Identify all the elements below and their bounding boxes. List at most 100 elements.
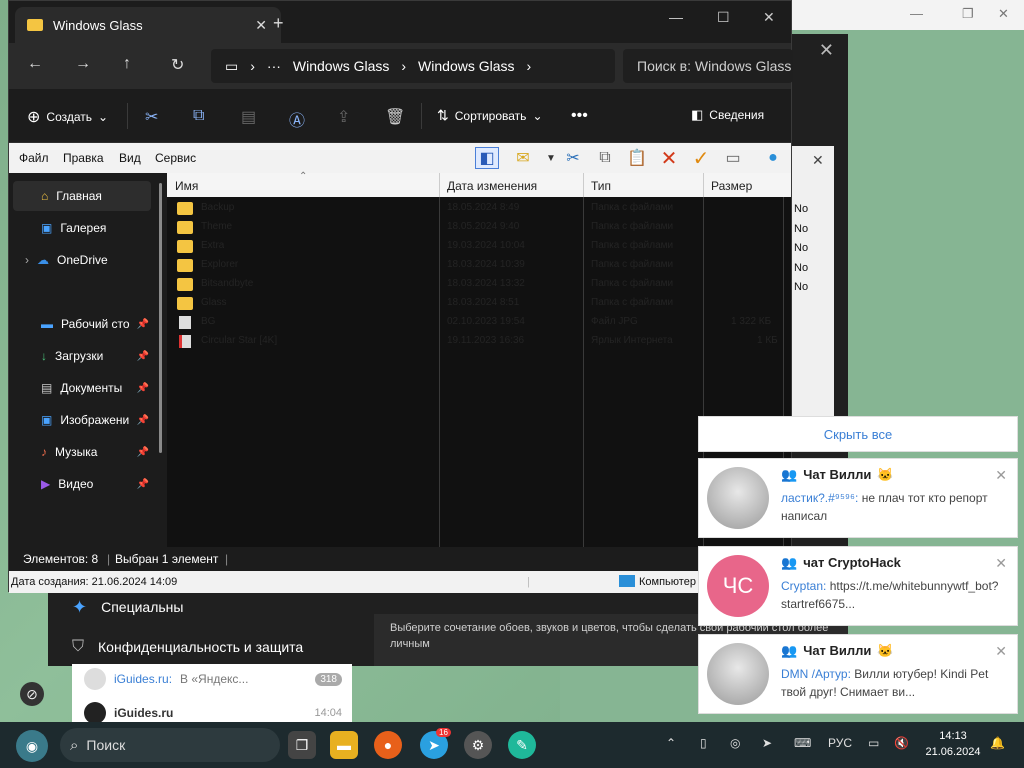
sidebar-item-documents[interactable]: ▤ Документы 📌 (13, 373, 151, 403)
delete-icon[interactable]: ✕ (657, 147, 681, 170)
sidebar-item-desktop[interactable]: ▬ Рабочий сто 📌 (13, 309, 151, 339)
forward-icon[interactable]: → (75, 55, 91, 73)
breadcrumb[interactable]: ▭ › ··· Windows Glass › Windows Glass › (211, 49, 615, 83)
block-icon[interactable]: ⊘ (20, 682, 44, 706)
minimize-icon[interactable]: — (910, 6, 923, 21)
share-icon[interactable]: ⇪ (337, 107, 350, 127)
rename-icon[interactable]: Ⓐ (289, 107, 305, 131)
table-row[interactable]: Bitsandbyte 18.03.2024 13:32 Папка с фай… (167, 275, 783, 294)
table-row[interactable]: Explorer 18.03.2024 10:39 Папка с файлам… (167, 256, 783, 275)
column-size[interactable]: Размер (711, 179, 752, 193)
cut-icon[interactable]: ✂ (145, 107, 158, 127)
properties-icon[interactable]: ▭ (721, 147, 745, 169)
search-input[interactable]: Поиск в: Windows Glass (623, 49, 793, 83)
notification-card[interactable]: 👥 Чат Вилли 🐱 DMN /Артур: Вилли ютубер! … (698, 634, 1018, 714)
breadcrumb-item[interactable]: Windows Glass (418, 58, 514, 74)
file-date: 18.05.2024 9:40 (447, 221, 520, 232)
details-button[interactable]: ◧ Сведения (691, 107, 764, 123)
column-type[interactable]: Тип (591, 179, 611, 193)
close-icon[interactable]: ✕ (995, 467, 1007, 484)
group-icon: 👥 (781, 555, 798, 570)
delete-icon[interactable]: 🗑 (385, 107, 405, 127)
notification-card[interactable]: ЧС 👥 чат CryptoHack Cryptan: https://t.m… (698, 546, 1018, 626)
column-date[interactable]: Дата изменения (447, 179, 537, 193)
menu-service[interactable]: Сервис (155, 151, 196, 165)
hide-all-button[interactable]: Скрыть все (698, 416, 1018, 452)
scrollbar[interactable] (159, 183, 162, 453)
unread-badge: 318 (315, 672, 342, 686)
sidebar-item-downloads[interactable]: ↓ Загрузки 📌 (13, 341, 151, 371)
chevron-up-icon[interactable]: ⌃ (666, 736, 676, 750)
close-icon[interactable]: ✕ (255, 17, 267, 34)
refresh-icon[interactable]: ↻ (171, 55, 184, 75)
close-icon[interactable]: ✕ (763, 9, 775, 26)
table-row[interactable]: Glass 18.03.2024 8:51 Папка с файлами (167, 294, 783, 313)
settings-item-accessibility[interactable]: ✦ Специальны (48, 588, 374, 626)
chevron-right-icon: › (401, 58, 407, 74)
copy-icon[interactable]: ⧉ (593, 147, 617, 169)
battery-icon[interactable]: ▯ (700, 736, 707, 750)
documents-icon: ▤ (41, 381, 53, 395)
menu-edit[interactable]: Правка (63, 151, 104, 165)
close-icon[interactable]: ✕ (998, 6, 1009, 22)
checkmark-icon[interactable]: ✓ (689, 147, 713, 170)
settings-icon[interactable]: ⚙ (464, 731, 492, 759)
breadcrumb-item[interactable]: Windows Glass (293, 58, 389, 74)
new-tab-icon[interactable]: + (273, 13, 284, 34)
task-view-icon[interactable]: ❐ (288, 731, 316, 759)
volume-muted-icon[interactable]: 🔇 (894, 736, 909, 750)
paste-icon[interactable]: 📋 (625, 147, 649, 169)
menu-view[interactable]: Вид (119, 151, 141, 165)
sort-button[interactable]: ⇅ Сортировать ⌄ (437, 107, 543, 124)
file-explorer-icon[interactable]: ▬ (330, 731, 358, 759)
close-icon[interactable]: ✕ (995, 643, 1007, 660)
chevron-right-icon[interactable]: › (25, 253, 29, 267)
table-row[interactable]: Theme 18.05.2024 9:40 Папка с файлами (167, 218, 783, 237)
up-icon[interactable]: ↑ (123, 55, 131, 73)
start-button[interactable]: ◉ (16, 730, 48, 762)
search-input[interactable]: ⌕ Поиск (60, 728, 280, 762)
close-icon[interactable]: ✕ (819, 40, 834, 61)
sidebar-item-pictures[interactable]: ▣ Изображени 📌 (13, 405, 151, 435)
tab-windows-glass[interactable]: Windows Glass ✕ (15, 7, 281, 43)
table-row[interactable]: BG 02.10.2023 19:54 Файл JPG 1 322 КБ (167, 313, 783, 332)
column-name[interactable]: Имя (175, 179, 198, 193)
paste-icon[interactable]: ▤ (241, 107, 256, 127)
minimize-icon[interactable]: — (669, 9, 683, 25)
sidebar-item-onedrive[interactable]: › ☁ OneDrive (13, 245, 151, 275)
language-indicator[interactable]: РУС (828, 736, 852, 750)
preview-pane-icon[interactable]: ◧ (475, 147, 499, 169)
sidebar-item-home[interactable]: ⌂ Главная (13, 181, 151, 211)
clock[interactable]: 14:13 21.06.2024 (920, 728, 986, 760)
back-icon[interactable]: ← (27, 55, 43, 73)
firefox-icon[interactable]: ● (374, 731, 402, 759)
sidebar-item-music[interactable]: ♪ Музыка 📌 (13, 437, 151, 467)
settings-item-privacy[interactable]: ⛉ Конфиденциальность и защита (48, 628, 374, 666)
network-icon[interactable]: ▭ (868, 736, 879, 750)
list-item[interactable]: iGuides.ru: В «Яндекс... 318 (72, 664, 352, 694)
notification-card[interactable]: 👥 Чат Вилли 🐱 ластик?.#⁹⁵⁹⁶: не плач тот… (698, 458, 1018, 538)
app-icon[interactable]: ✎ (508, 731, 536, 759)
restore-icon[interactable]: ❐ (962, 6, 974, 22)
table-row[interactable]: Extra 19.03.2024 10:04 Папка с файлами (167, 237, 783, 256)
maximize-icon[interactable]: ☐ (717, 9, 730, 26)
copy-icon[interactable]: ⧉ (193, 107, 204, 125)
sidebar-item-video[interactable]: ▶ Видео 📌 (13, 469, 151, 499)
keyboard-icon[interactable]: ⌨ (794, 736, 811, 750)
folder-options-icon[interactable]: ✉ (511, 147, 535, 169)
table-row[interactable]: Circular Star [4K] 19.11.2023 16:36 Ярлы… (167, 332, 783, 351)
chevron-down-icon[interactable]: ▼ (539, 147, 563, 169)
telegram-tray-icon[interactable]: ➤ (762, 736, 772, 750)
tray-app-icon[interactable]: ◎ (730, 736, 740, 750)
more-icon[interactable]: ··· (267, 58, 281, 74)
cut-icon[interactable]: ✂ (561, 147, 585, 169)
globe-icon[interactable]: ● (761, 147, 785, 169)
create-button[interactable]: ⊕ Создать ⌄ (27, 107, 108, 127)
close-icon[interactable]: ✕ (995, 555, 1007, 572)
table-row[interactable]: Backup 18.05.2024 8:49 Папка с файлами (167, 199, 783, 218)
sidebar-item-gallery[interactable]: ▣ Галерея (13, 213, 151, 243)
notification-bell-icon[interactable]: 🔔 (990, 736, 1005, 750)
more-icon[interactable]: ••• (571, 107, 588, 125)
menu-file[interactable]: Файл (19, 151, 49, 165)
close-icon[interactable]: ✕ (812, 152, 824, 169)
